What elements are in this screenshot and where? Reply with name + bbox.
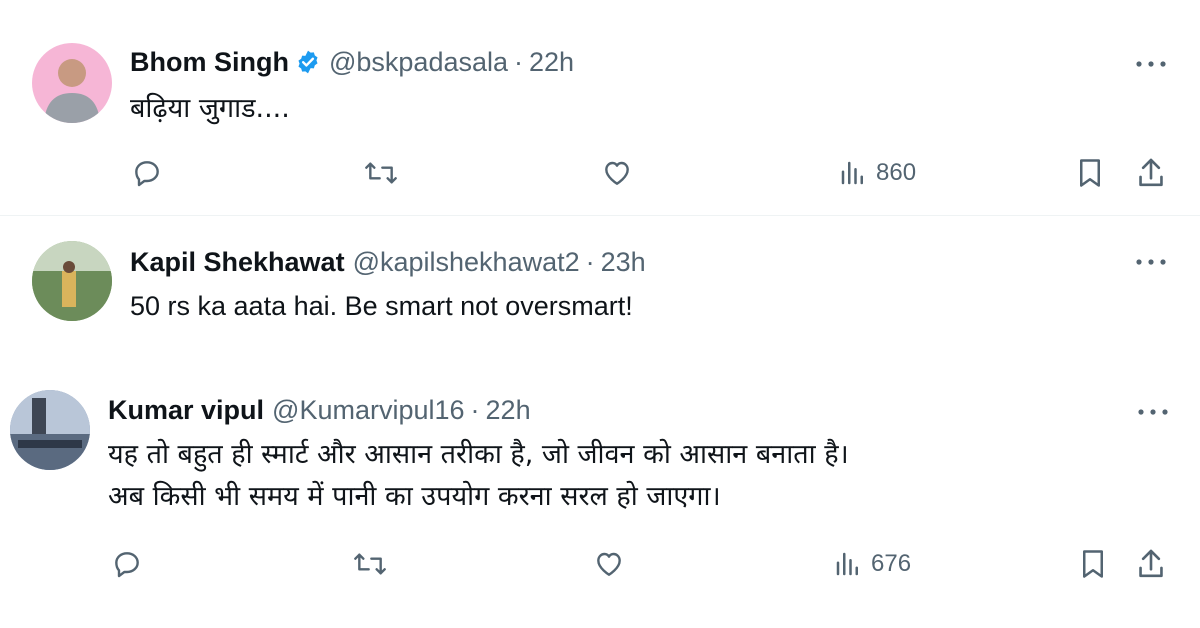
share-button[interactable] [1135, 547, 1167, 581]
views-button[interactable]: 676 [833, 549, 911, 579]
tweet-header: Kapil Shekhawat @kapilshekhawat2 · 23h [130, 246, 646, 278]
reply-icon [135, 161, 159, 187]
tweet-header: Kumar vipul @Kumarvipul16 · 22h [108, 394, 531, 426]
tweet-text: बढ़िया जुगाड.... [130, 93, 290, 124]
share-icon [1139, 158, 1163, 187]
like-button[interactable] [600, 157, 634, 189]
author-handle[interactable]: @Kumarvipul16 [272, 394, 465, 426]
tweet-text-line: अब किसी भी समय में पानी का उपयोग करना सर… [108, 481, 721, 512]
like-icon [605, 161, 629, 185]
more-icon[interactable] [1135, 402, 1171, 422]
tweet-header: Bhom Singh @bskpadasala · 22h [130, 46, 574, 78]
timestamp[interactable]: 23h [601, 246, 646, 278]
views-count: 676 [871, 550, 912, 577]
avatar[interactable] [10, 390, 90, 470]
author-name[interactable]: Kumar vipul [108, 394, 264, 426]
like-button[interactable] [592, 548, 626, 580]
timestamp[interactable]: 22h [486, 394, 531, 426]
retweet-icon [354, 553, 386, 575]
separator-dot: · [514, 47, 524, 77]
timestamp[interactable]: 22h [529, 46, 574, 78]
reply-tweet[interactable]: Kumar vipul @Kumarvipul16 · 22h यह तो बह… [0, 366, 1200, 628]
author-name[interactable]: Kapil Shekhawat [130, 246, 345, 278]
views-count: 860 [876, 159, 917, 186]
bookmark-button[interactable] [1075, 156, 1105, 190]
reply-button[interactable] [111, 548, 143, 580]
bookmark-icon [1083, 550, 1103, 578]
more-icon[interactable] [1133, 54, 1169, 74]
separator-dot: · [585, 247, 595, 277]
reply-button[interactable] [131, 157, 163, 189]
retweet-button[interactable] [363, 157, 399, 189]
reply-icon [115, 552, 139, 578]
more-icon[interactable] [1133, 252, 1169, 272]
bookmark-button[interactable] [1078, 547, 1108, 581]
author-name[interactable]: Bhom Singh [130, 46, 289, 78]
share-button[interactable] [1135, 156, 1167, 190]
reply-tweet[interactable]: Kapil Shekhawat @kapilshekhawat2 · 23h 5… [0, 216, 1200, 366]
avatar-image [10, 390, 90, 470]
views-button[interactable]: 860 [838, 158, 916, 188]
tweet-text-line: यह तो बहुत ही स्मार्ट और आसान तरीका है, … [108, 439, 849, 470]
views-icon [836, 552, 858, 576]
like-icon [597, 552, 621, 576]
views-icon [841, 161, 863, 185]
avatar[interactable] [32, 241, 112, 321]
avatar-image [32, 241, 112, 321]
separator-dot: · [470, 395, 480, 425]
avatar-image [44, 59, 100, 123]
avatar[interactable] [32, 43, 112, 123]
retweet-button[interactable] [352, 548, 388, 580]
share-icon [1139, 549, 1163, 578]
author-handle[interactable]: @bskpadasala [329, 46, 508, 78]
tweet-text: 50 rs ka aata hai. Be smart not oversmar… [130, 291, 633, 321]
retweet-icon [365, 162, 397, 184]
verified-badge-icon [298, 50, 318, 74]
reply-tweet[interactable]: Bhom Singh @bskpadasala · 22h बढ़िया जुग… [0, 0, 1200, 215]
author-handle[interactable]: @kapilshekhawat2 [353, 246, 580, 278]
bookmark-icon [1080, 159, 1100, 187]
